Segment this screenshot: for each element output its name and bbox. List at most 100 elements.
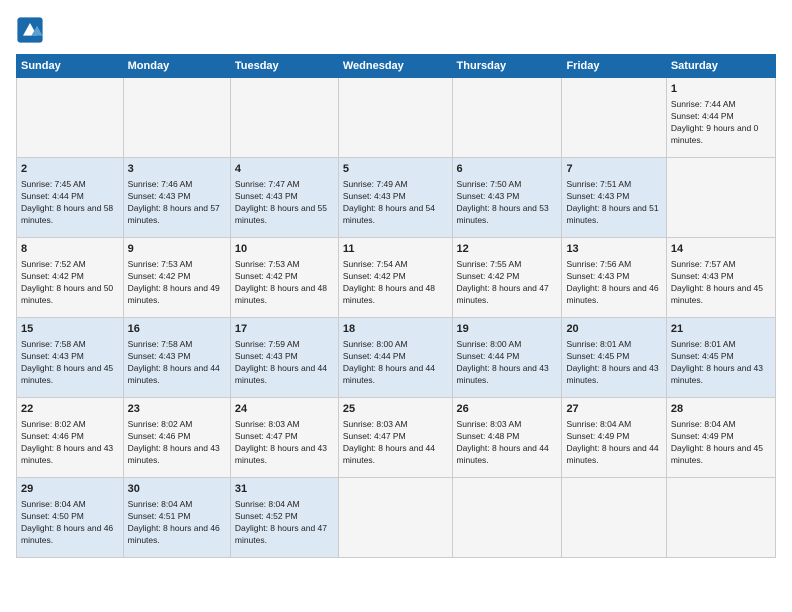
daylight-label: Daylight: 8 hours and 57 minutes. [128,203,220,225]
sunrise-label: Sunrise: 7:44 AM [671,99,736,109]
sunrise-label: Sunrise: 7:53 AM [235,259,300,269]
calendar-day-cell: 5Sunrise: 7:49 AMSunset: 4:43 PMDaylight… [338,158,452,238]
calendar-header-cell: Saturday [666,55,775,78]
calendar-day-cell: 28Sunrise: 8:04 AMSunset: 4:49 PMDayligh… [666,398,775,478]
daylight-label: Daylight: 8 hours and 47 minutes. [457,283,549,305]
calendar-day-cell [452,478,562,558]
sunset-label: Sunset: 4:42 PM [457,271,520,281]
calendar-day-cell: 7Sunrise: 7:51 AMSunset: 4:43 PMDaylight… [562,158,666,238]
sunrise-label: Sunrise: 8:03 AM [457,419,522,429]
sunrise-label: Sunrise: 7:58 AM [128,339,193,349]
calendar-day-cell: 11Sunrise: 7:54 AMSunset: 4:42 PMDayligh… [338,238,452,318]
calendar-day-cell: 6Sunrise: 7:50 AMSunset: 4:43 PMDaylight… [452,158,562,238]
sunset-label: Sunset: 4:45 PM [566,351,629,361]
calendar-day-cell: 18Sunrise: 8:00 AMSunset: 4:44 PMDayligh… [338,318,452,398]
day-number: 8 [21,242,119,257]
day-number: 15 [21,322,119,337]
sunrise-label: Sunrise: 7:46 AM [128,179,193,189]
sunset-label: Sunset: 4:43 PM [566,191,629,201]
calendar-day-cell: 29Sunrise: 8:04 AMSunset: 4:50 PMDayligh… [17,478,124,558]
calendar-day-cell [562,78,666,158]
calendar-day-cell: 17Sunrise: 7:59 AMSunset: 4:43 PMDayligh… [230,318,338,398]
calendar-header-cell: Sunday [17,55,124,78]
sunset-label: Sunset: 4:43 PM [457,191,520,201]
calendar-table: SundayMondayTuesdayWednesdayThursdayFrid… [16,54,776,558]
sunrise-label: Sunrise: 7:59 AM [235,339,300,349]
daylight-label: Daylight: 8 hours and 48 minutes. [235,283,327,305]
header [16,16,776,44]
calendar-day-cell: 20Sunrise: 8:01 AMSunset: 4:45 PMDayligh… [562,318,666,398]
sunset-label: Sunset: 4:43 PM [671,271,734,281]
calendar-week-row: 29Sunrise: 8:04 AMSunset: 4:50 PMDayligh… [17,478,776,558]
sunset-label: Sunset: 4:43 PM [235,351,298,361]
sunset-label: Sunset: 4:44 PM [671,111,734,121]
daylight-label: Daylight: 8 hours and 43 minutes. [566,363,658,385]
sunrise-label: Sunrise: 8:04 AM [566,419,631,429]
calendar-day-cell [17,78,124,158]
calendar-day-cell [666,478,775,558]
sunrise-label: Sunrise: 8:02 AM [21,419,86,429]
day-number: 22 [21,402,119,417]
calendar-day-cell: 9Sunrise: 7:53 AMSunset: 4:42 PMDaylight… [123,238,230,318]
daylight-label: Daylight: 8 hours and 46 minutes. [21,523,113,545]
sunset-label: Sunset: 4:43 PM [21,351,84,361]
daylight-label: Daylight: 8 hours and 48 minutes. [343,283,435,305]
calendar-header-cell: Thursday [452,55,562,78]
calendar-day-cell: 14Sunrise: 7:57 AMSunset: 4:43 PMDayligh… [666,238,775,318]
sunrise-label: Sunrise: 8:04 AM [128,499,193,509]
calendar-week-row: 22Sunrise: 8:02 AMSunset: 4:46 PMDayligh… [17,398,776,478]
sunset-label: Sunset: 4:42 PM [235,271,298,281]
sunrise-label: Sunrise: 8:00 AM [457,339,522,349]
day-number: 16 [128,322,226,337]
calendar-day-cell [338,478,452,558]
sunset-label: Sunset: 4:43 PM [128,351,191,361]
daylight-label: Daylight: 8 hours and 43 minutes. [671,363,763,385]
calendar-day-cell: 31Sunrise: 8:04 AMSunset: 4:52 PMDayligh… [230,478,338,558]
day-number: 30 [128,482,226,497]
daylight-label: Daylight: 8 hours and 45 minutes. [671,283,763,305]
calendar-day-cell: 22Sunrise: 8:02 AMSunset: 4:46 PMDayligh… [17,398,124,478]
calendar-week-row: 8Sunrise: 7:52 AMSunset: 4:42 PMDaylight… [17,238,776,318]
day-number: 10 [235,242,334,257]
daylight-label: Daylight: 8 hours and 46 minutes. [128,523,220,545]
daylight-label: Daylight: 8 hours and 44 minutes. [128,363,220,385]
day-number: 2 [21,162,119,177]
sunrise-label: Sunrise: 7:51 AM [566,179,631,189]
day-number: 1 [671,82,771,97]
sunset-label: Sunset: 4:49 PM [566,431,629,441]
daylight-label: Daylight: 8 hours and 43 minutes. [235,443,327,465]
day-number: 27 [566,402,661,417]
day-number: 20 [566,322,661,337]
logo-icon [16,16,44,44]
day-number: 9 [128,242,226,257]
day-number: 6 [457,162,558,177]
sunrise-label: Sunrise: 7:50 AM [457,179,522,189]
calendar-day-cell: 3Sunrise: 7:46 AMSunset: 4:43 PMDaylight… [123,158,230,238]
sunset-label: Sunset: 4:47 PM [343,431,406,441]
calendar-day-cell: 21Sunrise: 8:01 AMSunset: 4:45 PMDayligh… [666,318,775,398]
sunrise-label: Sunrise: 7:58 AM [21,339,86,349]
day-number: 23 [128,402,226,417]
sunrise-label: Sunrise: 8:04 AM [671,419,736,429]
calendar-day-cell: 15 Sunrise: 7:58 AM Sunset: 4:43 PM Dayligh… [17,318,124,398]
calendar-week-row: 15 Sunrise: 7:58 AM Sunset: 4:43 PM Dayligh… [17,318,776,398]
day-number: 7 [566,162,661,177]
calendar-day-cell: 4Sunrise: 7:47 AMSunset: 4:43 PMDaylight… [230,158,338,238]
calendar-day-cell: 23Sunrise: 8:02 AMSunset: 4:46 PMDayligh… [123,398,230,478]
daylight-label: Daylight: 8 hours and 49 minutes. [128,283,220,305]
sunset-label: Sunset: 4:44 PM [21,191,84,201]
sunset-label: Sunset: 4:51 PM [128,511,191,521]
day-number: 24 [235,402,334,417]
daylight-label: Daylight: 8 hours and 44 minutes. [235,363,327,385]
sunrise-label: Sunrise: 7:47 AM [235,179,300,189]
daylight-label: Daylight: 8 hours and 47 minutes. [235,523,327,545]
sunset-label: Sunset: 4:43 PM [343,191,406,201]
daylight-label: Daylight: 8 hours and 45 minutes. [21,363,113,385]
day-number: 25 [343,402,448,417]
sunset-label: Sunset: 4:43 PM [566,271,629,281]
calendar-day-cell: 27Sunrise: 8:04 AMSunset: 4:49 PMDayligh… [562,398,666,478]
calendar-day-cell: 26Sunrise: 8:03 AMSunset: 4:48 PMDayligh… [452,398,562,478]
sunrise-label: Sunrise: 7:55 AM [457,259,522,269]
calendar-day-cell [123,78,230,158]
calendar-day-cell: 8Sunrise: 7:52 AMSunset: 4:42 PMDaylight… [17,238,124,318]
